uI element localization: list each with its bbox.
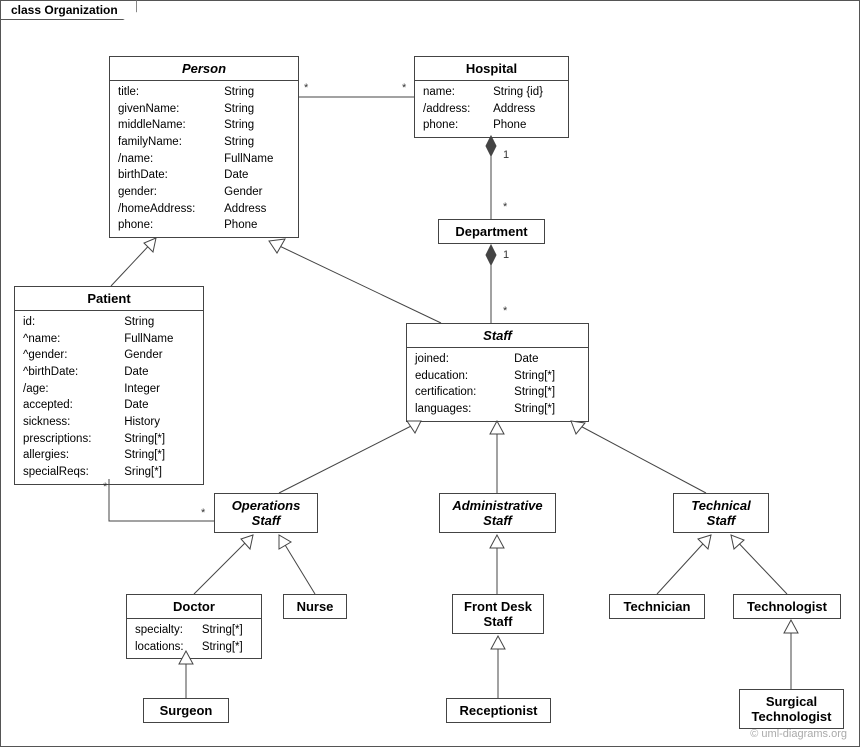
mult-patient-ops-right: * xyxy=(201,507,205,519)
class-department: Department xyxy=(438,219,545,244)
class-technician: Technician xyxy=(609,594,705,619)
class-person-attrs: title:String givenName:String middleName… xyxy=(110,81,298,237)
class-person-name: Person xyxy=(110,57,298,81)
mult-hosp-dept: 1 xyxy=(503,149,509,161)
class-admin-staff: Administrative Staff xyxy=(439,493,556,533)
mult-dept-top: * xyxy=(503,201,507,213)
class-hospital-name: Hospital xyxy=(415,57,568,81)
class-patient-attrs: id:String ^name:FullName ^gender:Gender … xyxy=(15,311,203,484)
class-nurse: Nurse xyxy=(283,594,347,619)
class-nurse-name: Nurse xyxy=(284,595,346,618)
class-staff: Staff joined:Date education:String[*] ce… xyxy=(406,323,589,422)
class-ops-staff: Operations Staff xyxy=(214,493,318,533)
mult-dept-staff-bot: * xyxy=(503,305,507,317)
class-receptionist: Receptionist xyxy=(446,698,551,723)
class-front-desk-name: Front Desk Staff xyxy=(453,595,543,633)
class-technologist-name: Technologist xyxy=(734,595,840,618)
mult-person-hosp-right: * xyxy=(402,82,406,94)
class-doctor-name: Doctor xyxy=(127,595,261,619)
class-technologist: Technologist xyxy=(733,594,841,619)
class-surg-tech: Surgical Technologist xyxy=(739,689,844,729)
class-technician-name: Technician xyxy=(610,595,704,618)
class-receptionist-name: Receptionist xyxy=(447,699,550,722)
class-staff-name: Staff xyxy=(407,324,588,348)
class-admin-staff-name: Administrative Staff xyxy=(440,494,555,532)
watermark: © uml-diagrams.org xyxy=(750,728,847,740)
mult-person-hosp-left: * xyxy=(304,82,308,94)
uml-frame: class Organization Person title:String g… xyxy=(0,0,860,747)
class-doctor-attrs: specialty:String[*] locations:String[*] xyxy=(127,619,261,658)
class-hospital-attrs: name:String {id} /address:Address phone:… xyxy=(415,81,568,137)
frame-label: class Organization xyxy=(0,0,137,20)
mult-patient-ops-left: * xyxy=(103,481,107,493)
class-doctor: Doctor specialty:String[*] locations:Str… xyxy=(126,594,262,659)
class-staff-attrs: joined:Date education:String[*] certific… xyxy=(407,348,588,421)
mult-dept-staff-top: 1 xyxy=(503,249,509,261)
class-hospital: Hospital name:String {id} /address:Addre… xyxy=(414,56,569,138)
class-person: Person title:String givenName:String mid… xyxy=(109,56,299,238)
class-front-desk: Front Desk Staff xyxy=(452,594,544,634)
class-ops-staff-name: Operations Staff xyxy=(215,494,317,532)
class-patient-name: Patient xyxy=(15,287,203,311)
class-surgeon-name: Surgeon xyxy=(144,699,228,722)
class-surgeon: Surgeon xyxy=(143,698,229,723)
class-patient: Patient id:String ^name:FullName ^gender… xyxy=(14,286,204,485)
class-surg-tech-name: Surgical Technologist xyxy=(740,690,843,728)
class-tech-staff: Technical Staff xyxy=(673,493,769,533)
class-tech-staff-name: Technical Staff xyxy=(674,494,768,532)
class-department-name: Department xyxy=(439,220,544,243)
